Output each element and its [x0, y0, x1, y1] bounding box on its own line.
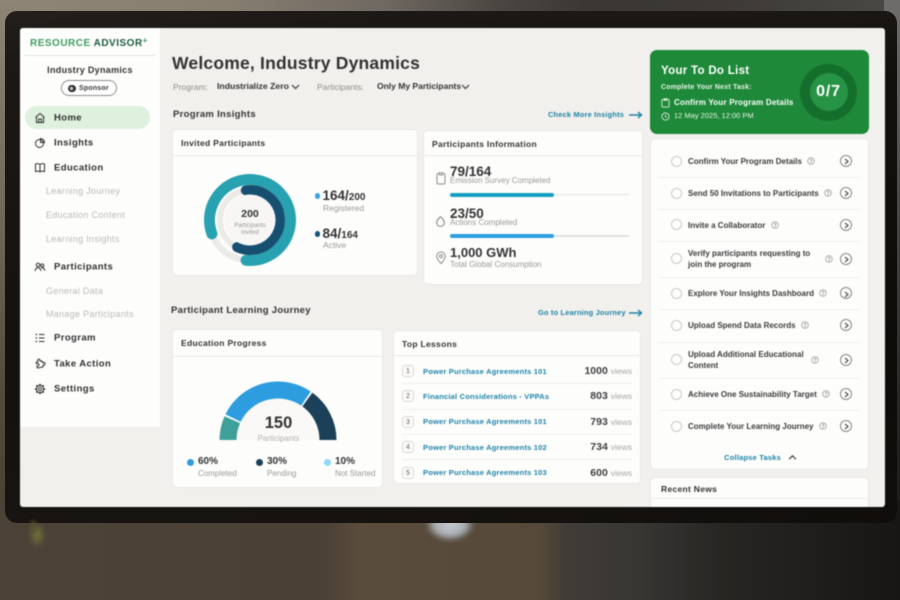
svg-text:Participants: Participants	[234, 223, 265, 229]
svg-text:200: 200	[241, 208, 259, 220]
svg-text:Invited: Invited	[241, 230, 259, 236]
